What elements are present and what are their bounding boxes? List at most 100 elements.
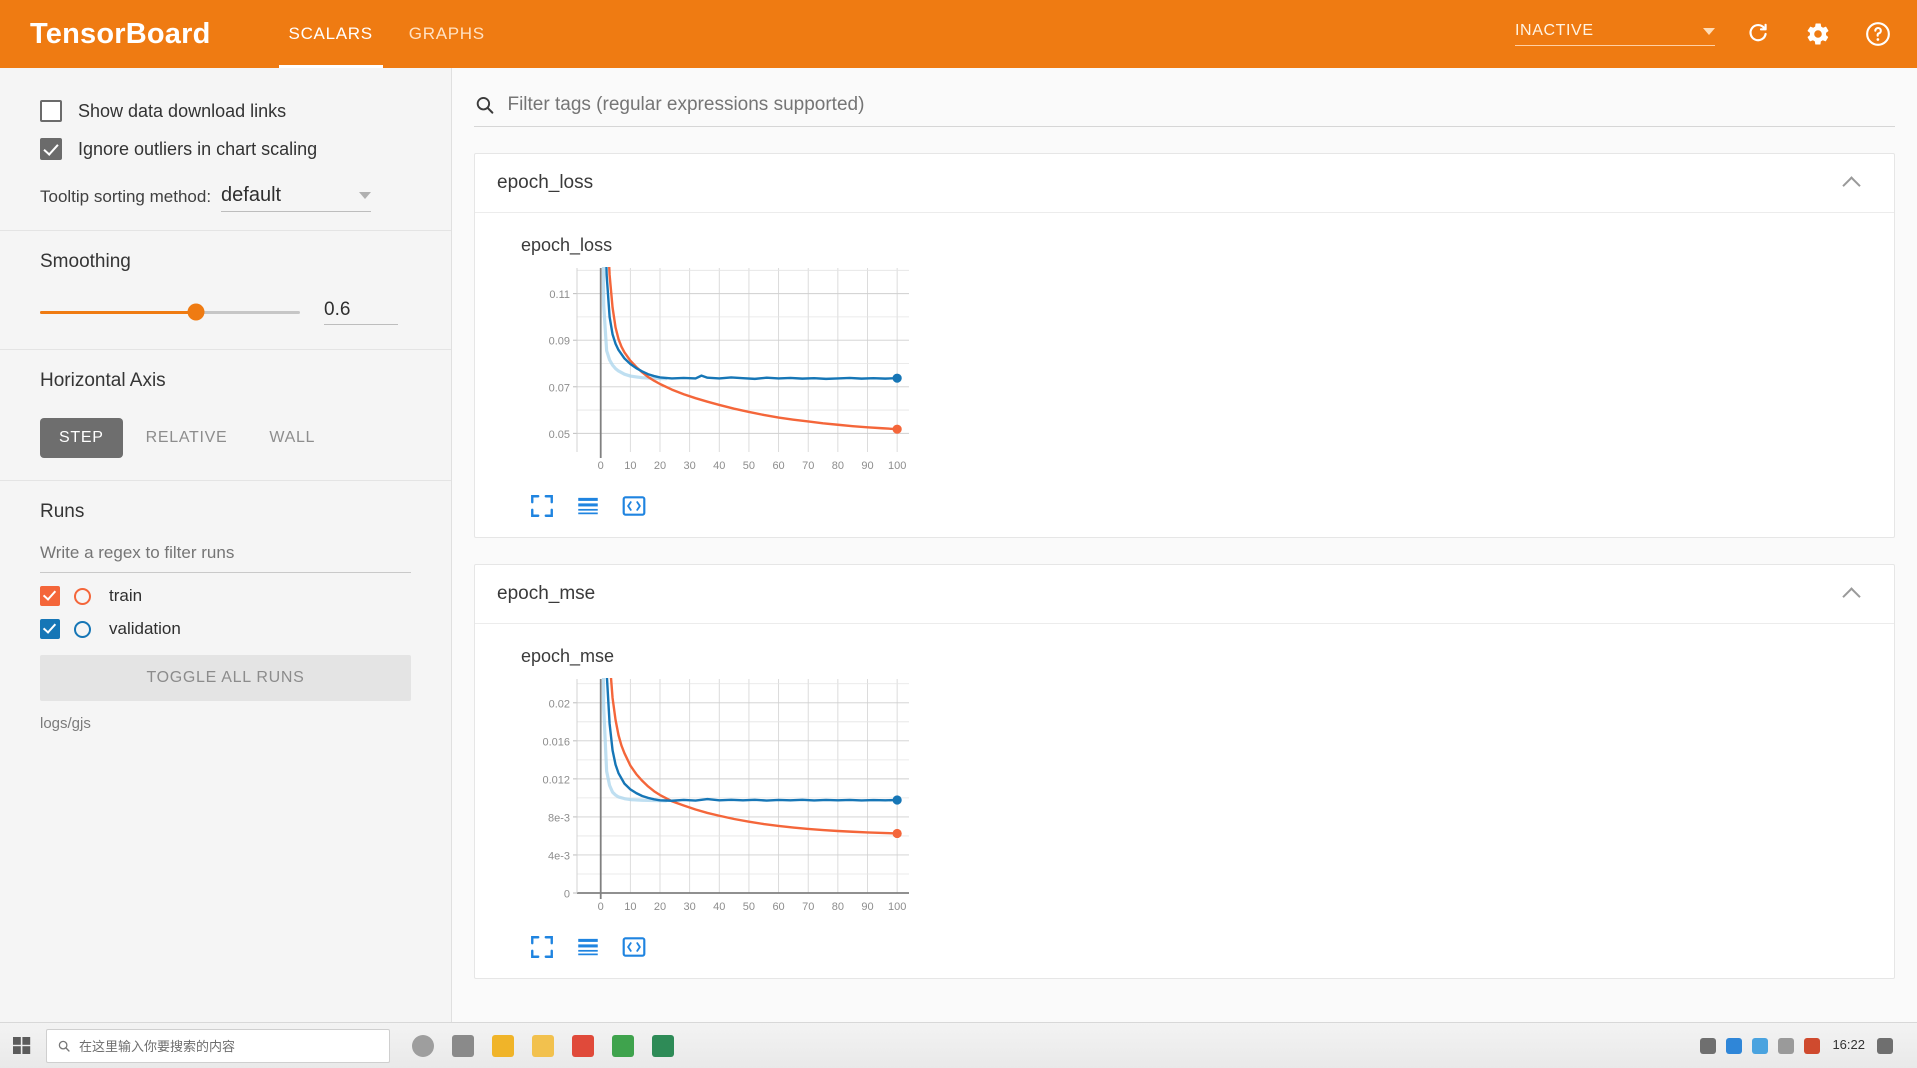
expand-icon[interactable]: [529, 493, 555, 519]
tab-scalars-label: SCALARS: [288, 24, 373, 43]
svg-text:50: 50: [743, 460, 755, 472]
svg-text:0.02: 0.02: [549, 698, 570, 710]
chevron-up-icon[interactable]: [1842, 586, 1861, 606]
svg-text:100: 100: [888, 901, 906, 913]
run-status-dropdown[interactable]: INACTIVE: [1515, 22, 1715, 46]
tray-volume-icon[interactable]: [1752, 1037, 1769, 1054]
chart-epoch-mse[interactable]: 0 4e-3 8e-3 0.012 0.016 0.02 0 10 20 30 40 50 60 70 80…: [499, 667, 1870, 932]
chart-epoch-mse-title: epoch_mse: [521, 646, 615, 666]
svg-text:30: 30: [684, 901, 696, 913]
folder-icon[interactable]: [532, 1034, 554, 1057]
toggle-all-runs-button[interactable]: TOGGLE ALL RUNS: [40, 655, 411, 701]
svg-text:70: 70: [802, 460, 814, 472]
svg-text:90: 90: [861, 901, 873, 913]
card-epoch-mse-header[interactable]: epoch_mse: [475, 565, 1894, 624]
ignore-outliers-checkbox[interactable]: [40, 138, 62, 160]
expand-icon[interactable]: [529, 934, 555, 960]
run-train-color-dot: [74, 587, 91, 605]
app-green-icon[interactable]: [612, 1034, 634, 1057]
start-button-icon[interactable]: [10, 1033, 36, 1059]
card-epoch-loss-body: epoch_loss 0.05 0.07 0.09 0.11 0 10 20 30 40 50 60…: [475, 213, 1894, 537]
fit-domain-icon[interactable]: [621, 934, 647, 960]
smoothing-title: Smoothing: [40, 251, 131, 272]
axis-option-relative[interactable]: RELATIVE: [127, 418, 247, 458]
tray-cloud-icon[interactable]: [1726, 1037, 1743, 1054]
svg-text:60: 60: [772, 460, 784, 472]
show-download-links-checkbox[interactable]: [40, 100, 62, 122]
horizontal-axis-section: Horizontal Axis STEP RELATIVE WALL: [0, 350, 451, 480]
tab-scalars[interactable]: SCALARS: [271, 0, 391, 68]
svg-text:50: 50: [743, 901, 755, 913]
tray-icons: [1700, 1037, 1821, 1054]
task-view-icon[interactable]: [452, 1034, 474, 1057]
card-epoch-loss-header[interactable]: epoch_loss: [475, 154, 1894, 213]
svg-text:20: 20: [654, 460, 666, 472]
taskbar-tray: 16:22: [1700, 1037, 1907, 1054]
svg-text:0.016: 0.016: [542, 736, 570, 748]
cortana-icon[interactable]: [412, 1034, 434, 1057]
fit-domain-icon[interactable]: [621, 493, 647, 519]
chart-epoch-loss-tools: [529, 493, 1870, 519]
search-icon: [476, 96, 494, 114]
run-train-checkbox[interactable]: [40, 586, 60, 606]
help-button[interactable]: [1861, 17, 1895, 51]
svg-text:0.07: 0.07: [549, 382, 570, 394]
tray-network-icon[interactable]: [1700, 1037, 1717, 1054]
notifications-icon[interactable]: [1877, 1037, 1893, 1054]
run-validation-checkbox[interactable]: [40, 619, 60, 639]
runs-filter-input[interactable]: [40, 539, 411, 573]
chevron-up-icon[interactable]: [1842, 175, 1861, 195]
sidebar: Show data download links Ignore outliers…: [0, 68, 452, 1068]
taskbar-clock[interactable]: 16:22: [1832, 1037, 1865, 1053]
tooltip-sorting-label: Tooltip sorting method:: [40, 187, 212, 206]
ignore-outliers-row[interactable]: Ignore outliers in chart scaling: [40, 138, 411, 160]
axis-option-step[interactable]: STEP: [40, 418, 123, 458]
svg-text:0: 0: [598, 460, 604, 472]
svg-text:0.11: 0.11: [549, 289, 570, 301]
ignore-outliers-label: Ignore outliers in chart scaling: [78, 138, 318, 159]
smoothing-slider[interactable]: [40, 303, 300, 321]
svg-text:40: 40: [713, 460, 725, 472]
smoothing-row: 0.6: [40, 299, 411, 325]
svg-text:80: 80: [832, 460, 844, 472]
app-green2-icon[interactable]: [652, 1034, 674, 1057]
content-area: epoch_loss epoch_loss 0.05 0.07 0.09 0.11 0 1…: [452, 68, 1917, 1068]
tooltip-sorting-dropdown[interactable]: default: [221, 184, 372, 212]
card-epoch-mse-body: epoch_mse 0 4e-3 8e-3 0.012 0.016 0.02 0 10 20 30…: [475, 624, 1894, 978]
smoothing-slider-thumb[interactable]: [187, 303, 205, 321]
card-spacer: [474, 538, 1895, 564]
tab-graphs[interactable]: GRAPHS: [391, 0, 503, 68]
svg-text:40: 40: [713, 901, 725, 913]
chart-epoch-loss[interactable]: 0.05 0.07 0.09 0.11 0 10 20 30 40 50 60 70 80 90 100: [499, 256, 1870, 491]
data-table-icon[interactable]: [575, 934, 601, 960]
os-taskbar: 在这里输入你要搜索的内容 16:22: [0, 1022, 1917, 1068]
card-epoch-mse: epoch_mse epoch_mse 0 4e-3 8e-3 0.012 0.016 0…: [474, 564, 1895, 979]
data-table-icon[interactable]: [575, 493, 601, 519]
refresh-icon: [1749, 23, 1767, 42]
svg-text:0.05: 0.05: [549, 429, 570, 441]
refresh-button[interactable]: [1741, 17, 1775, 51]
svg-text:0: 0: [564, 889, 570, 901]
chart-epoch-mse-tools: [529, 934, 1870, 960]
settings-button[interactable]: [1801, 17, 1835, 51]
tray-battery-icon[interactable]: [1778, 1037, 1795, 1054]
run-item-validation[interactable]: validation: [40, 619, 411, 639]
taskbar-search-text: 在这里输入你要搜索的内容: [79, 1039, 236, 1054]
tag-filter-input[interactable]: [507, 94, 1895, 116]
help-circle-icon: [1866, 22, 1890, 46]
smoothing-slider-fill: [40, 310, 196, 314]
axis-option-wall[interactable]: WALL: [250, 418, 334, 458]
smoothing-value[interactable]: 0.6: [324, 299, 398, 325]
card-epoch-loss: epoch_loss epoch_loss 0.05 0.07 0.09 0.11 0 1…: [474, 153, 1895, 538]
tray-ime-icon[interactable]: [1804, 1037, 1821, 1054]
gear-icon: [1807, 23, 1829, 45]
run-item-train[interactable]: train: [40, 586, 411, 606]
taskbar-search-box[interactable]: 在这里输入你要搜索的内容: [46, 1028, 390, 1063]
show-download-links-row[interactable]: Show data download links: [40, 100, 411, 122]
card-epoch-mse-title: epoch_mse: [497, 583, 596, 604]
browser-icon[interactable]: [572, 1034, 594, 1057]
svg-text:30: 30: [684, 460, 696, 472]
explorer-icon[interactable]: [492, 1034, 514, 1057]
taskbar-app-icons: [412, 1034, 674, 1057]
svg-text:10: 10: [624, 460, 636, 472]
